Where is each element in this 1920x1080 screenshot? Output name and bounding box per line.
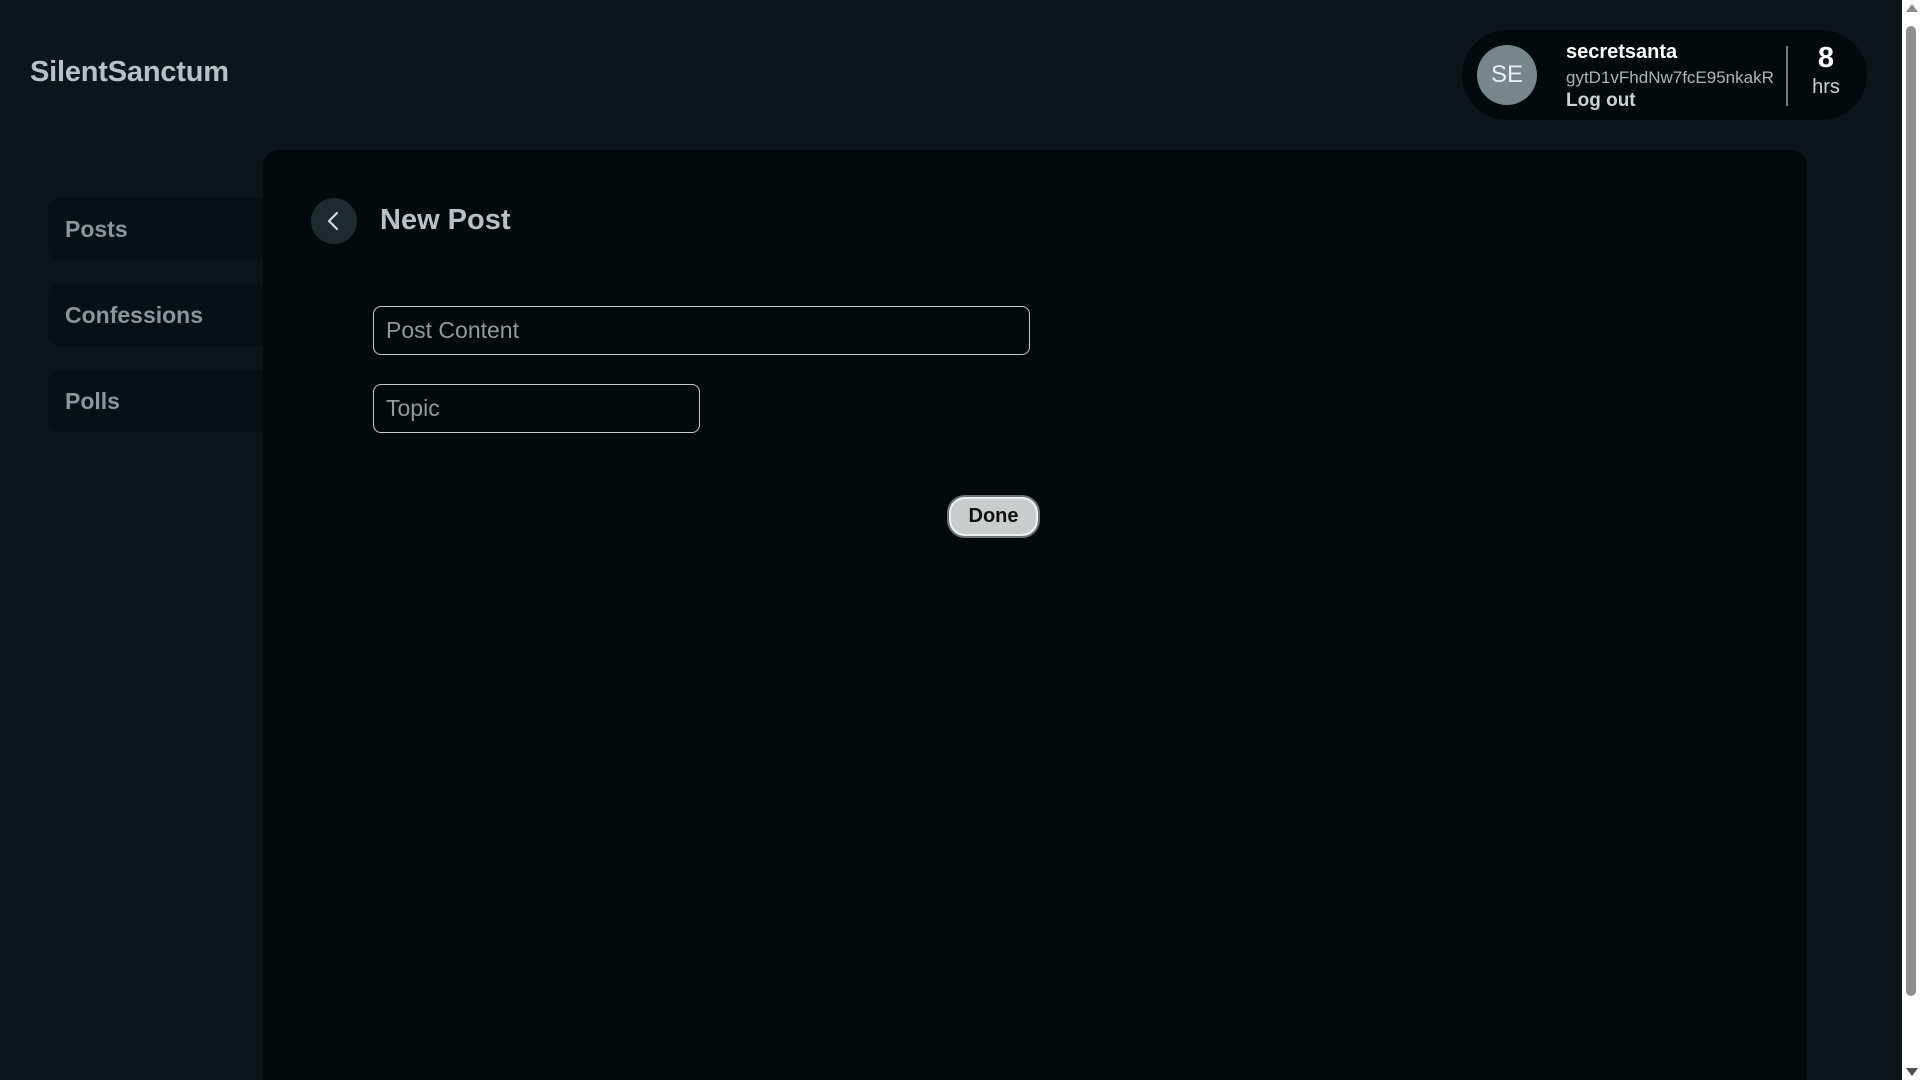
sidebar-item-confessions[interactable]: Confessions <box>48 284 278 346</box>
topic-input[interactable] <box>373 384 700 433</box>
sidebar-item-label: Posts <box>65 215 128 242</box>
hours-value: 8 <box>1817 42 1835 74</box>
done-button[interactable]: Done <box>947 495 1040 538</box>
sidebar-item-posts[interactable]: Posts <box>48 198 278 260</box>
user-card: SE secretsanta gytD1vFhdNw7fcE95nkakR Lo… <box>1462 30 1867 120</box>
avatar-initials: SE <box>1490 61 1523 88</box>
main-panel: New Post Done <box>263 150 1807 1080</box>
hours-remaining: 8 hrs <box>1796 42 1856 98</box>
avatar: SE <box>1477 45 1537 105</box>
back-button[interactable] <box>311 198 357 244</box>
user-id: gytD1vFhdNw7fcE95nkakR <box>1566 68 1774 87</box>
hours-unit: hrs <box>1812 76 1840 98</box>
chevron-left-icon <box>327 211 339 231</box>
app-window: SilentSanctum SE secretsanta gytD1vFhdNw… <box>0 0 1920 1080</box>
post-content-input[interactable] <box>373 306 1030 355</box>
sidebar-item-label: Polls <box>65 387 120 414</box>
brand-logo-text[interactable]: SilentSanctum <box>30 56 229 89</box>
page-title: New Post <box>380 204 511 236</box>
triangle-down-icon[interactable] <box>1906 1068 1918 1076</box>
sidebar-item-label: Confessions <box>65 301 204 328</box>
triangle-up-icon[interactable] <box>1906 4 1918 12</box>
scrollbar-thumb[interactable] <box>1906 26 1916 996</box>
user-info: secretsanta gytD1vFhdNw7fcE95nkakR Log o… <box>1566 42 1774 110</box>
user-card-divider <box>1786 46 1788 106</box>
scrollbar[interactable] <box>1902 0 1920 1080</box>
logout-link[interactable]: Log out <box>1566 91 1774 110</box>
username: secretsanta <box>1566 41 1678 63</box>
sidebar-item-polls[interactable]: Polls <box>48 370 278 432</box>
